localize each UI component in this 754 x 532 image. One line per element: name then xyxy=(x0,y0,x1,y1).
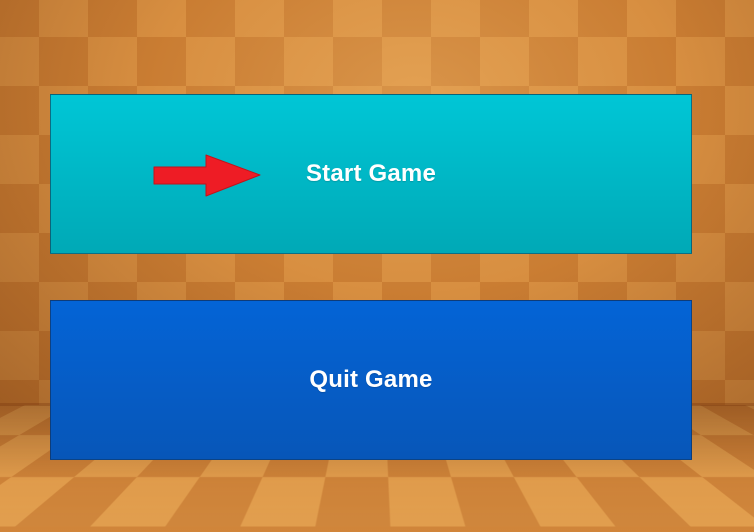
quit-game-button[interactable]: Quit Game xyxy=(50,300,692,460)
game-scene: Start Game Quit Game xyxy=(0,0,754,532)
start-game-button[interactable]: Start Game xyxy=(50,94,692,254)
right-arrow-icon xyxy=(152,153,264,201)
quit-game-label: Quit Game xyxy=(309,366,432,394)
start-game-label: Start Game xyxy=(306,160,436,188)
